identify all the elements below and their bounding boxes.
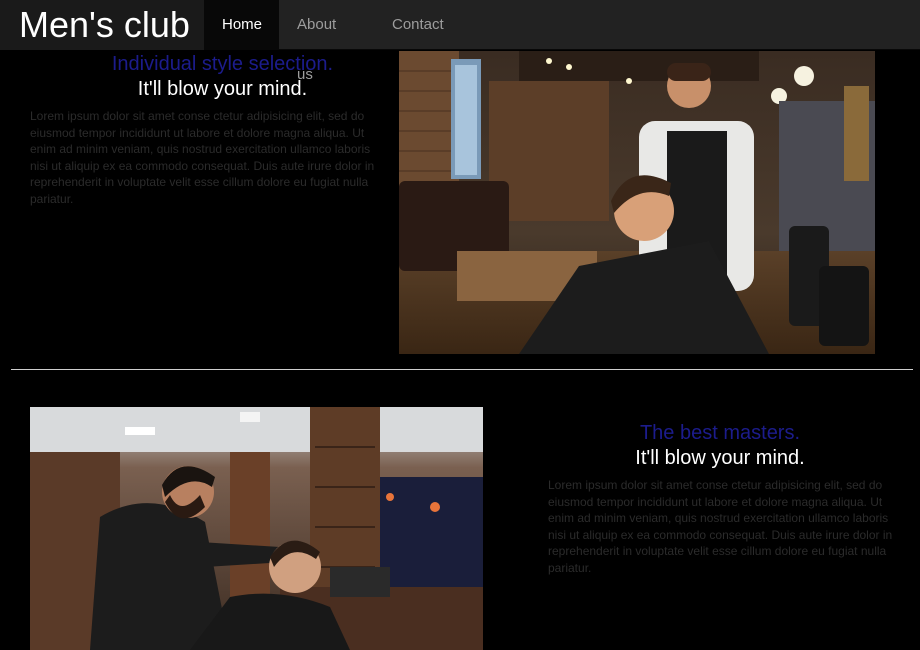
section1-heading: Individual style selection. — [111, 53, 334, 75]
barbershop-photo-masters — [30, 407, 483, 650]
nav-home[interactable]: Home — [204, 0, 279, 50]
section2-paragraph: Lorem ipsum dolor sit amet conse ctetur … — [548, 478, 893, 575]
section1-subheading: It'll blow your mind. — [137, 78, 308, 100]
brand-logo[interactable]: Men's club — [0, 0, 204, 50]
section-divider — [11, 369, 913, 370]
barbershop-photo-client — [399, 51, 875, 354]
section1-paragraph: Lorem ipsum dolor sit amet conse ctetur … — [30, 109, 375, 206]
section2-heading: The best masters. — [639, 422, 801, 444]
section2-subheading: It'll blow your mind. — [635, 447, 805, 469]
nav-contact[interactable]: Contact — [374, 0, 460, 50]
nav-about-us[interactable]: About us — [279, 0, 374, 83]
top-navbar: Men's club Home About us Contact — [0, 0, 920, 83]
